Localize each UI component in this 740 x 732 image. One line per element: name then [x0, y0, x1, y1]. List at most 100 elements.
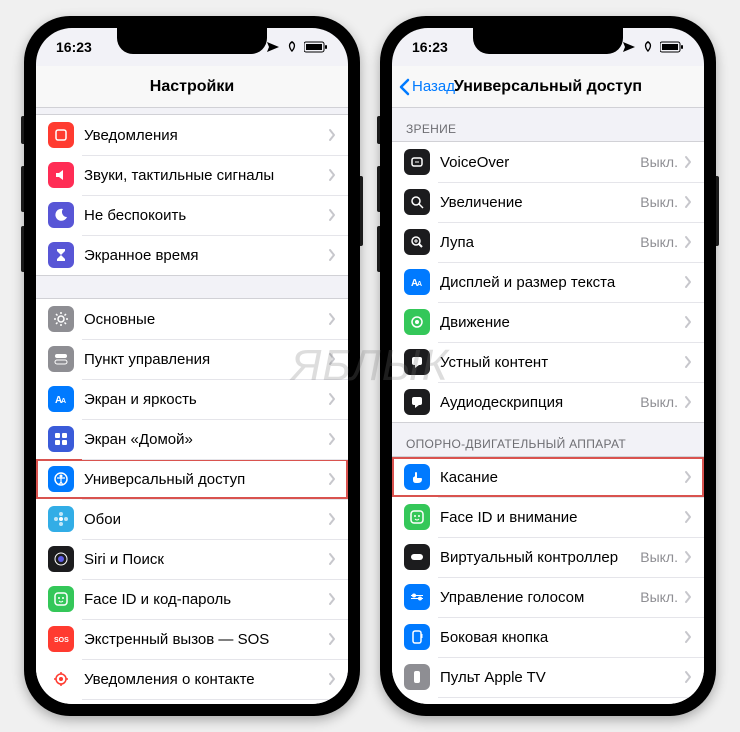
list-item-label: Устный контент [440, 354, 684, 371]
list-item[interactable]: VoiceOver Выкл. [392, 142, 704, 182]
list-item[interactable]: Касание [392, 457, 704, 497]
list-item-label: Обои [84, 511, 328, 528]
remote-icon [404, 664, 430, 690]
list-item[interactable]: Увеличение Выкл. [392, 182, 704, 222]
list-item[interactable]: Siri и Поиск [36, 539, 348, 579]
sidebtn-icon [404, 624, 430, 650]
chevron-right-icon [684, 155, 692, 169]
chevron-right-icon [684, 470, 692, 484]
status-icons [266, 41, 328, 53]
list-item-value: Выкл. [640, 154, 678, 170]
airplane-icon [622, 41, 636, 53]
list-item[interactable]: Клавиатуры [392, 697, 704, 704]
chevron-right-icon [328, 168, 336, 182]
wifi-icon [640, 41, 656, 53]
chevron-right-icon [328, 128, 336, 142]
textsize-icon: AA [404, 269, 430, 295]
svg-text:A: A [417, 281, 422, 288]
list-item[interactable]: Боковая кнопка [392, 617, 704, 657]
chevron-right-icon [328, 248, 336, 262]
phone-left: 16:23 Настройки Уведомления Звуки, такти… [24, 16, 360, 716]
list-item[interactable]: Face ID и код-пароль [36, 579, 348, 619]
list-item[interactable]: Не беспокоить [36, 195, 348, 235]
list-item-label: Виртуальный контроллер [440, 549, 640, 566]
list-item-label: Face ID и внимание [440, 509, 684, 526]
chevron-right-icon [684, 590, 692, 604]
list-item-value: Выкл. [640, 234, 678, 250]
list-item-label: Экран и яркость [84, 391, 328, 408]
list-item-label: Управление голосом [440, 589, 640, 606]
siri-icon [48, 546, 74, 572]
chevron-right-icon [328, 512, 336, 526]
list-item[interactable]: Устный контент [392, 342, 704, 382]
list-item-value: Выкл. [640, 394, 678, 410]
settings-content[interactable]: Уведомления Звуки, тактильные сигналы Не… [36, 108, 348, 704]
faceid-icon [404, 504, 430, 530]
list-item-label: Пульт Apple TV [440, 669, 684, 686]
nav-bar: Настройки [36, 66, 348, 108]
list-item[interactable]: Экран «Домой» [36, 419, 348, 459]
list-item[interactable]: Face ID и внимание [392, 497, 704, 537]
chevron-right-icon [684, 195, 692, 209]
list-item[interactable]: Аудиодескрипция Выкл. [392, 382, 704, 422]
battery-icon [660, 41, 684, 53]
status-icons [622, 41, 684, 53]
loupe-icon [404, 229, 430, 255]
list-item[interactable]: Основные [36, 299, 348, 339]
notify-icon [48, 122, 74, 148]
chevron-right-icon [684, 275, 692, 289]
list-item-value: Выкл. [640, 194, 678, 210]
list-item[interactable]: Лупа Выкл. [392, 222, 704, 262]
list-item[interactable]: Обои [36, 499, 348, 539]
wifi-icon [284, 41, 300, 53]
list-item-label: Основные [84, 311, 328, 328]
chevron-right-icon [328, 632, 336, 646]
desc-icon [404, 389, 430, 415]
list-item-label: Уведомления о контакте [84, 671, 328, 688]
svg-text:SOS: SOS [54, 637, 69, 644]
zoom-icon [404, 189, 430, 215]
list-item-label: Пункт управления [84, 351, 328, 368]
chevron-right-icon [684, 355, 692, 369]
faceid-icon [48, 586, 74, 612]
list-item[interactable]: AA Дисплей и размер текста [392, 262, 704, 302]
list-item-label: Дисплей и размер текста [440, 274, 684, 291]
switch-icon [404, 544, 430, 570]
list-item[interactable]: SOS Экстренный вызов — SOS [36, 619, 348, 659]
accessibility-content[interactable]: ЗРЕНИЕ VoiceOver Выкл. Увеличение Выкл. … [392, 108, 704, 704]
list-item[interactable]: Движение [392, 302, 704, 342]
section-header: ОПОРНО-ДВИГАТЕЛЬНЫЙ АППАРАТ [392, 423, 704, 456]
list-item-label: Face ID и код-пароль [84, 591, 328, 608]
gear-icon [48, 306, 74, 332]
nav-bar: Назад Универсальный доступ [392, 66, 704, 108]
chevron-left-icon [398, 78, 410, 96]
list-item[interactable]: Универсальный доступ [36, 459, 348, 499]
list-item[interactable]: Уведомления о контакте [36, 659, 348, 699]
list-item-label: VoiceOver [440, 154, 640, 171]
list-item[interactable]: Пульт Apple TV [392, 657, 704, 697]
list-item[interactable]: AA Экран и яркость [36, 379, 348, 419]
status-time: 16:23 [56, 39, 92, 55]
chevron-right-icon [328, 312, 336, 326]
chevron-right-icon [328, 432, 336, 446]
list-item[interactable]: Уведомления [36, 115, 348, 155]
settings-group: Касание Face ID и внимание Виртуальный к… [392, 456, 704, 704]
list-item-label: Аудиодескрипция [440, 394, 640, 411]
chevron-right-icon [684, 550, 692, 564]
list-item[interactable]: Виртуальный контроллер Выкл. [392, 537, 704, 577]
list-item-label: Боковая кнопка [440, 629, 684, 646]
list-item[interactable]: Аккумулятор [36, 699, 348, 704]
list-item-value: Выкл. [640, 589, 678, 605]
list-item-label: Уведомления [84, 127, 328, 144]
list-item[interactable]: Управление голосом Выкл. [392, 577, 704, 617]
list-item-label: Экран «Домой» [84, 431, 328, 448]
textsize-icon: AA [48, 386, 74, 412]
chevron-right-icon [684, 235, 692, 249]
list-item[interactable]: Пункт управления [36, 339, 348, 379]
settings-group: Уведомления Звуки, тактильные сигналы Не… [36, 114, 348, 276]
list-item-label: Лупа [440, 234, 640, 251]
list-item[interactable]: Экранное время [36, 235, 348, 275]
list-item[interactable]: Звуки, тактильные сигналы [36, 155, 348, 195]
voicectrl-icon [404, 584, 430, 610]
back-button[interactable]: Назад [398, 78, 455, 96]
